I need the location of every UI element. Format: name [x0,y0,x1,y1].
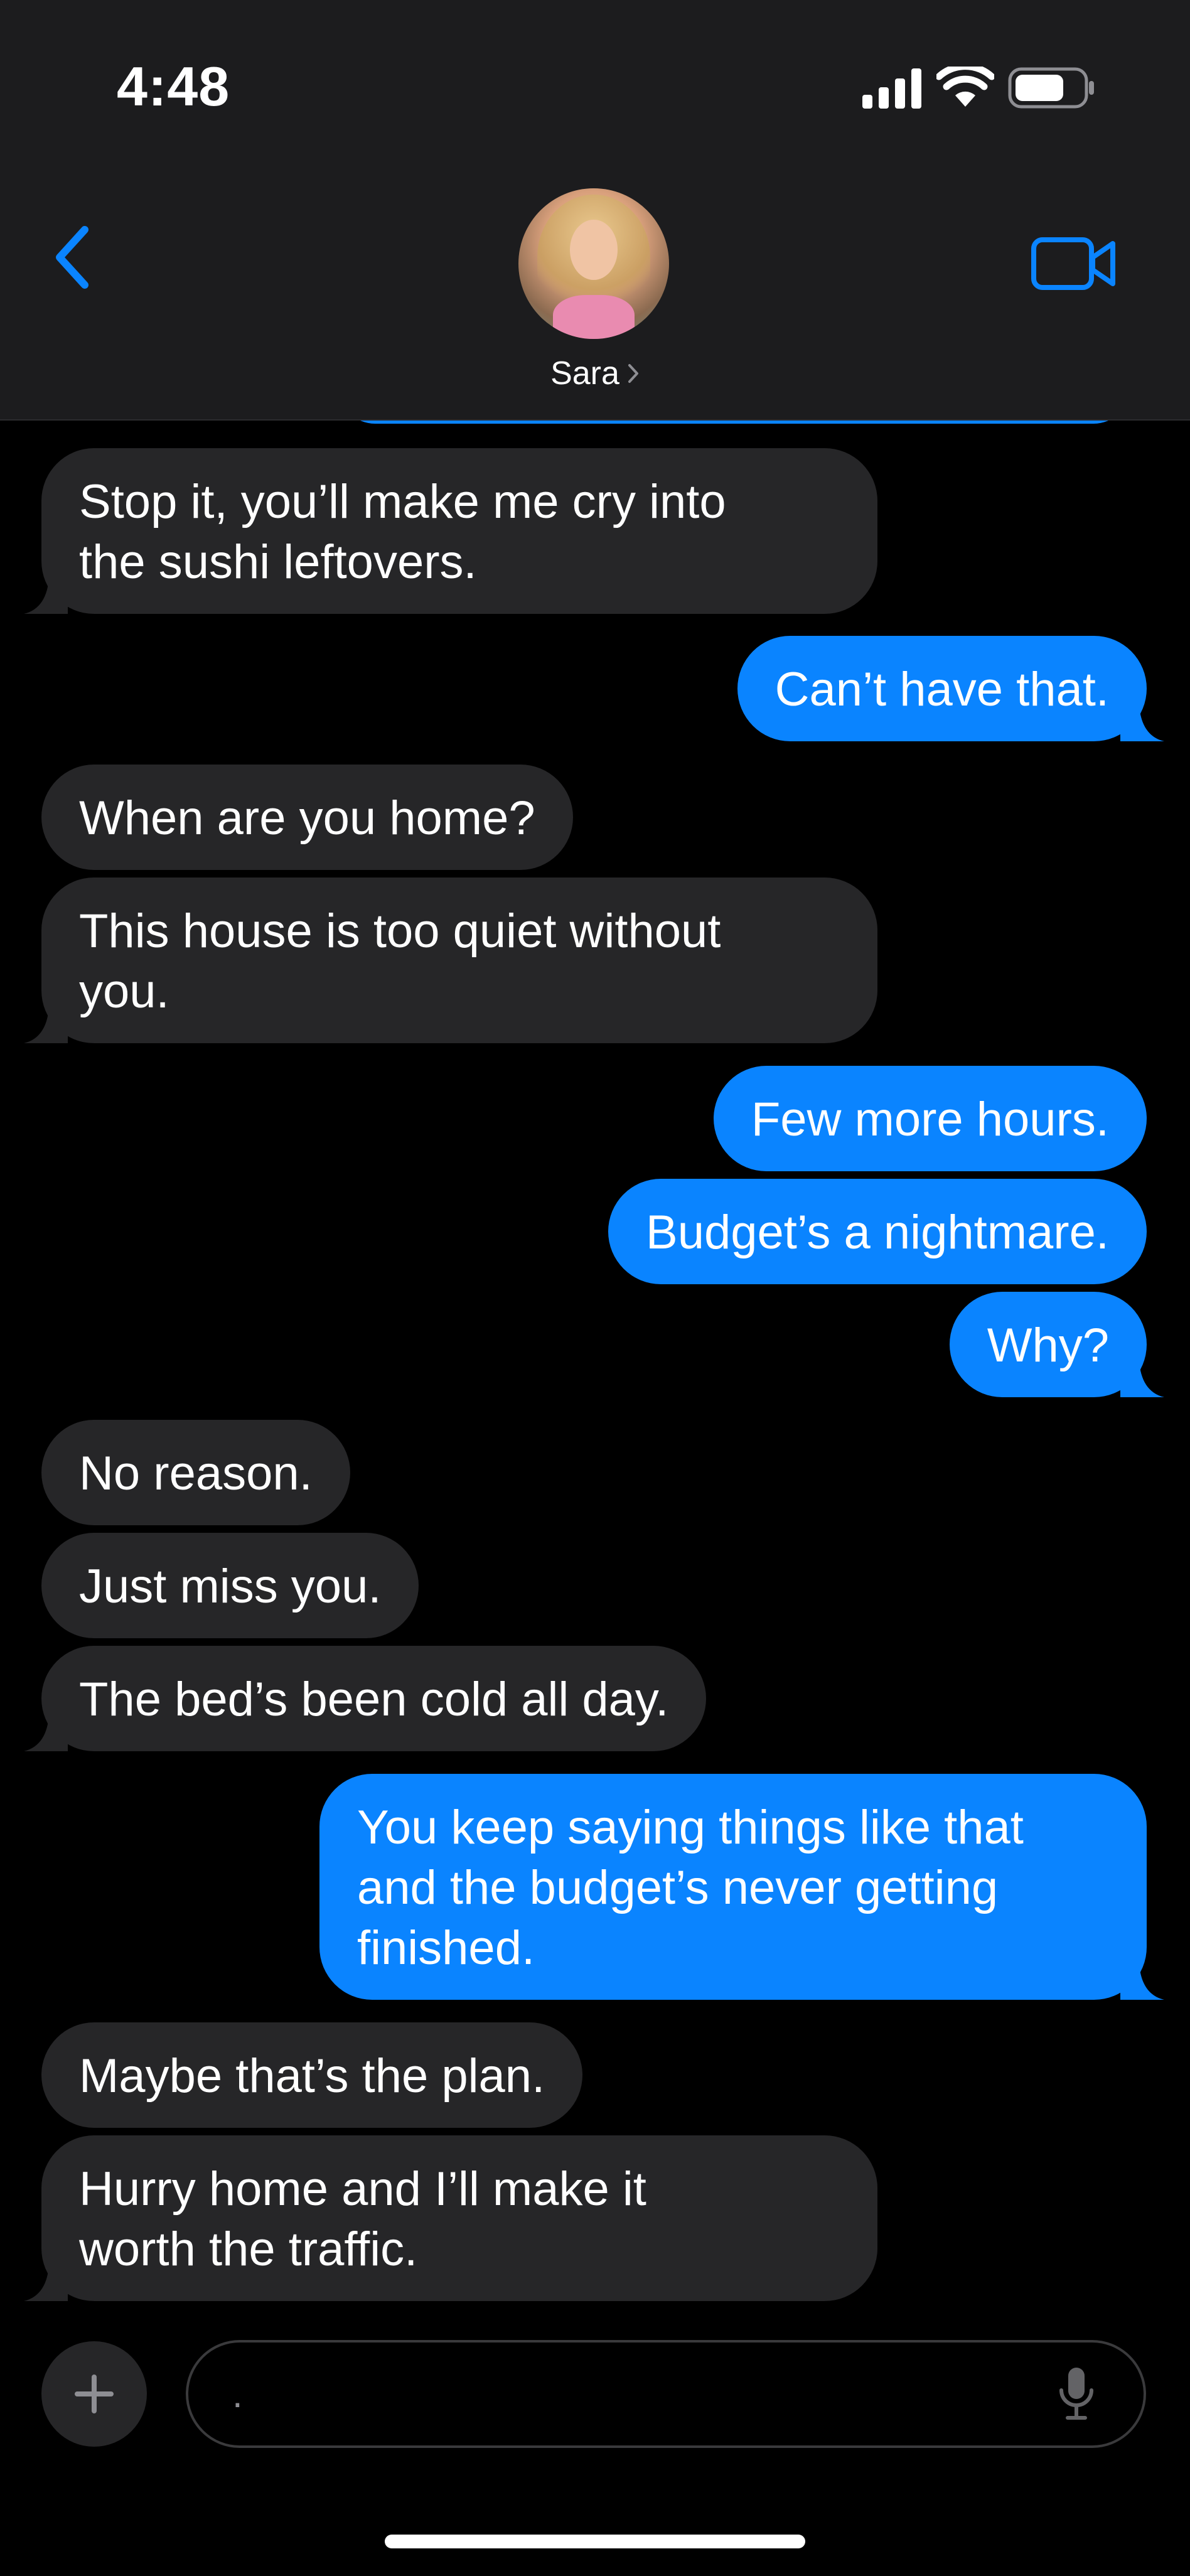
incoming-message-bubble[interactable]: Stop it, you’ll make me cry into the sus… [24,448,877,614]
avatar-clothing [553,295,635,339]
chevron-left-icon [56,226,88,289]
message-text: Why? [987,1319,1109,1372]
message-text: The bed’s been cold all day. [79,1673,669,1726]
message-text: Few more hours. [751,1093,1109,1146]
bubble-tail [1120,1361,1164,1397]
outgoing-message-bubble[interactable]: Why? [949,1292,1164,1397]
home-indicator[interactable] [385,2535,805,2548]
incoming-message-bubble[interactable]: The bed’s been cold all day. [24,1646,707,1751]
bubble-tail [24,577,68,614]
outgoing-message-bubble[interactable]: Few more hours. [713,1066,1147,1171]
back-button[interactable] [44,220,100,295]
bubble-tail [24,2265,68,2301]
incoming-message-bubble[interactable]: Just miss you. [41,1533,419,1638]
contact-avatar[interactable] [518,188,669,339]
message-text: When are you home? [79,792,535,845]
bubble-tail [1120,705,1164,741]
message-text: No reason. [79,1447,313,1500]
incoming-message-bubble[interactable]: No reason. [41,1420,350,1525]
message-text: Just miss you. [79,1560,382,1613]
message-input[interactable] [186,2340,1146,2448]
message-text: Hurry home and I’ll make it worth the tr… [79,2162,646,2276]
facetime-button[interactable] [1027,232,1121,295]
messages-app: Stop it, you’ll make me cry into the sus… [0,0,1190,2576]
apps-plus-button[interactable] [41,2341,147,2447]
wifi-icon [936,67,994,107]
avatar-face [570,220,618,280]
bubble-tail [24,1007,68,1043]
message-text: This house is too quiet without you. [79,904,721,1018]
status-icons [862,63,1096,113]
message-text: Budget’s a nightmare. [646,1206,1109,1259]
plus-icon [75,2375,114,2413]
message-text: Stop it, you’ll make me cry into the sus… [79,475,726,589]
outgoing-message-bubble[interactable]: Can’t have that. [737,636,1164,741]
bubble-tail [1120,1963,1164,2000]
contact-name: Sara [550,355,619,392]
incoming-message-bubble[interactable]: When are you home? [41,765,573,870]
video-camera-icon [1031,237,1115,290]
chevron-right-icon [628,364,638,383]
incoming-message-bubble[interactable]: Maybe that’s the plan. [41,2022,583,2128]
microphone-icon [1059,2368,1093,2420]
outgoing-message-bubble[interactable]: You keep saying things like that and the… [319,1774,1164,2000]
cellular-signal-icon [862,68,921,109]
conversation-header: 4:48 Sara [0,0,1190,421]
composer [0,2322,1190,2473]
incoming-message-bubble[interactable]: This house is too quiet without you. [24,877,877,1043]
contact-name-button[interactable]: Sara [0,352,1190,395]
message-text: You keep saying things like that and the… [357,1801,1024,1975]
outgoing-message-bubble[interactable]: Budget’s a nightmare. [608,1179,1147,1284]
message-text: Can’t have that. [775,663,1109,716]
message-text: Maybe that’s the plan. [79,2049,545,2103]
dictation-button[interactable] [1042,2359,1111,2428]
battery-icon [1008,67,1094,109]
status-time: 4:48 [117,55,230,117]
incoming-message-bubble[interactable]: Hurry home and I’ll make it worth the tr… [24,2135,877,2301]
bubble-tail [24,1715,68,1751]
